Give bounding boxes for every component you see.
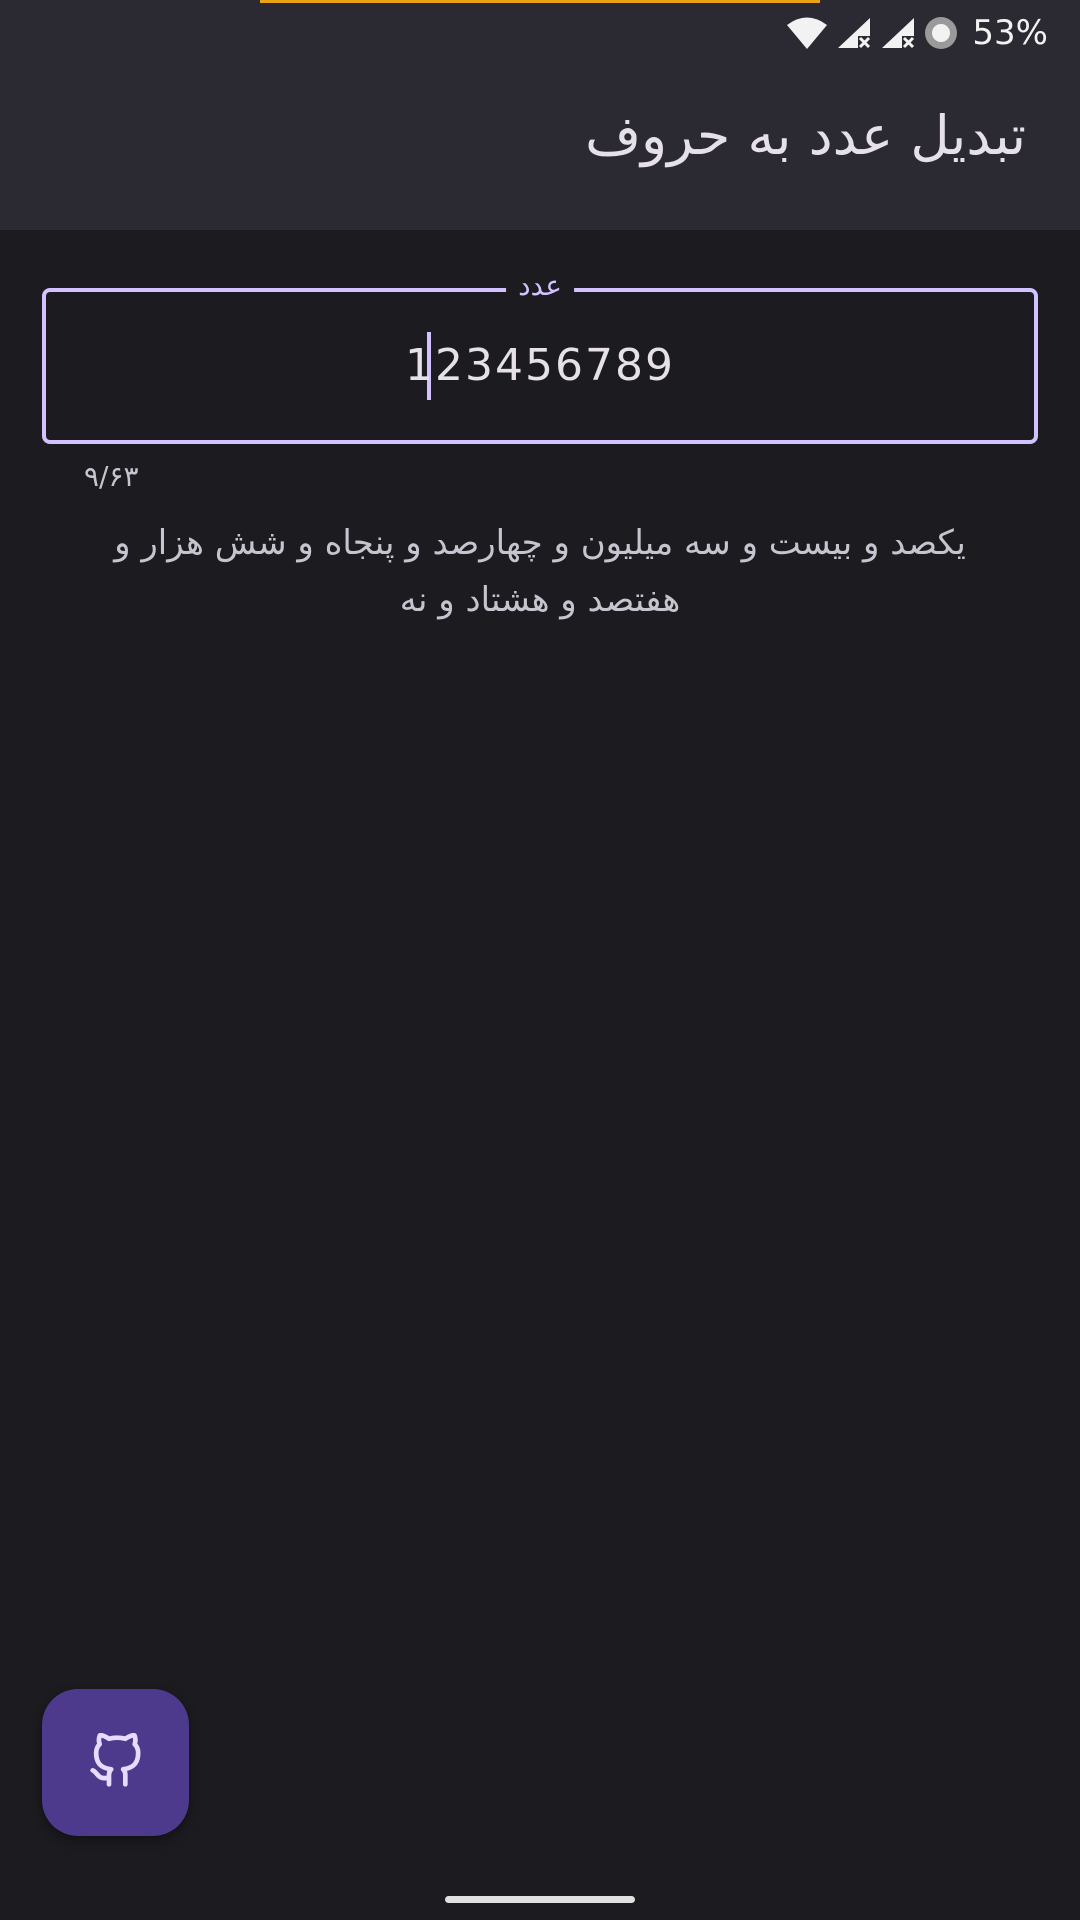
top-app-area: 53% تبدیل عدد به حروف (0, 0, 1080, 230)
signal-no-service-icon (836, 16, 872, 50)
data-saver-icon (924, 16, 958, 50)
home-indicator[interactable] (445, 1896, 635, 1903)
github-icon (88, 1732, 144, 1793)
page-title: تبدیل عدد به حروف (585, 104, 1026, 167)
github-button[interactable] (42, 1689, 189, 1836)
result-text: یکصد و بیست و سه میلیون و چهارصد و پنجاه… (114, 523, 966, 620)
status-icons: 53% (786, 13, 1048, 53)
status-bar: 53% (0, 0, 1080, 66)
wifi-icon (786, 16, 828, 50)
character-counter: ۹/۶۳ (84, 460, 139, 493)
number-input[interactable]: عدد 123456789 (42, 266, 1038, 444)
screen: 53% تبدیل عدد به حروف عدد 123456789 ۹/۶۳… (0, 0, 1080, 1920)
battery-percent: 53% (972, 13, 1048, 53)
number-input-label: عدد (506, 266, 574, 306)
number-input-value[interactable]: 123456789 (46, 338, 1034, 394)
signal-no-service-icon (880, 16, 916, 50)
